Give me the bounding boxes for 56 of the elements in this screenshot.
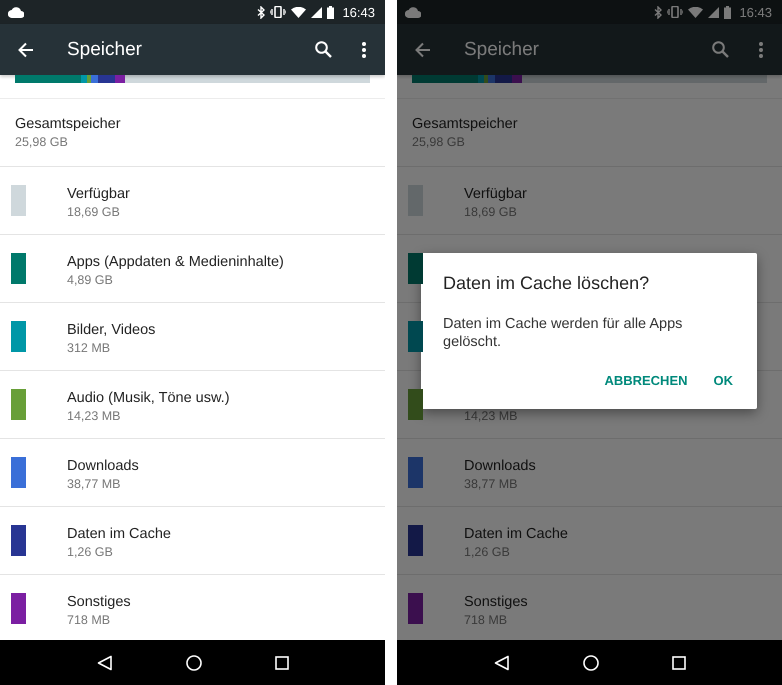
cloud-icon bbox=[405, 6, 421, 18]
category-size: 38,77 MB bbox=[67, 476, 122, 490]
category-name[interactable]: Verfügbar bbox=[67, 186, 130, 202]
back-icon[interactable] bbox=[494, 654, 510, 670]
screen-title: Speicher bbox=[464, 38, 539, 60]
category-size: 18,69 GB bbox=[67, 204, 121, 218]
category-size: 1,26 GB bbox=[67, 544, 114, 558]
category-name[interactable]: Sonstiges bbox=[67, 594, 131, 610]
signal-icon bbox=[311, 6, 322, 18]
category-size: 4,89 GB bbox=[67, 272, 114, 286]
category-size: 14,23 MB bbox=[67, 408, 122, 422]
recent-apps-icon[interactable] bbox=[274, 656, 288, 670]
category-size: 718 MB bbox=[464, 612, 508, 626]
category-name[interactable]: Apps (Appdaten & Medieninhalte) bbox=[67, 254, 284, 270]
vibrate-icon bbox=[667, 6, 684, 18]
clock-time: 16:43 bbox=[739, 4, 772, 20]
category-name[interactable]: Downloads bbox=[67, 458, 139, 474]
total-storage-value: 25,98 GB bbox=[15, 135, 69, 149]
screen-title: Speicher bbox=[67, 38, 142, 60]
total-storage-label: Gesamtspeicher bbox=[15, 116, 122, 132]
clock-time: 16:43 bbox=[342, 4, 375, 20]
back-arrow-icon[interactable] bbox=[18, 42, 34, 58]
total-storage-label: Gesamtspeicher bbox=[412, 116, 519, 132]
category-name[interactable]: Sonstiges bbox=[464, 594, 528, 610]
back-icon[interactable] bbox=[96, 654, 112, 670]
category-name[interactable]: Bilder, Videos bbox=[67, 322, 156, 338]
category-name[interactable]: Daten im Cache bbox=[464, 526, 568, 542]
category-size: 14,23 MB bbox=[464, 408, 518, 422]
recent-apps-icon[interactable] bbox=[672, 656, 686, 670]
category-name[interactable]: Downloads bbox=[464, 458, 536, 474]
dialog-message: Daten im Cache werden für alle Apps gelöscht. bbox=[443, 315, 684, 351]
dialog-button[interactable]: OK bbox=[704, 365, 743, 396]
total-storage-value: 25,98 GB bbox=[412, 135, 466, 149]
dialog-title: Daten im Cache löschen? bbox=[443, 273, 650, 294]
home-icon[interactable] bbox=[582, 654, 598, 670]
battery-icon bbox=[327, 6, 334, 18]
category-size: 38,77 MB bbox=[464, 476, 519, 490]
battery-icon bbox=[724, 6, 732, 18]
signal-icon bbox=[708, 6, 720, 18]
category-size: 1,26 GB bbox=[464, 544, 511, 558]
home-icon[interactable] bbox=[186, 654, 202, 670]
search-icon[interactable] bbox=[315, 41, 332, 58]
dialog-button[interactable]: ABBRECHEN bbox=[594, 365, 698, 396]
category-size: 312 MB bbox=[67, 340, 112, 354]
category-name[interactable]: Daten im Cache bbox=[67, 526, 171, 542]
category-name[interactable]: Audio (Musik, Töne usw.) bbox=[67, 390, 230, 406]
wifi-icon bbox=[688, 6, 704, 18]
bluetooth-icon bbox=[257, 6, 266, 18]
category-name[interactable]: Verfügbar bbox=[464, 186, 527, 202]
vibrate-icon bbox=[270, 6, 286, 18]
more-options-icon[interactable] bbox=[362, 42, 366, 58]
category-size: 718 MB bbox=[67, 612, 112, 626]
bluetooth-icon bbox=[654, 6, 662, 18]
cloud-icon bbox=[8, 6, 24, 18]
category-size: 18,69 GB bbox=[464, 204, 518, 218]
wifi-icon bbox=[291, 6, 306, 18]
